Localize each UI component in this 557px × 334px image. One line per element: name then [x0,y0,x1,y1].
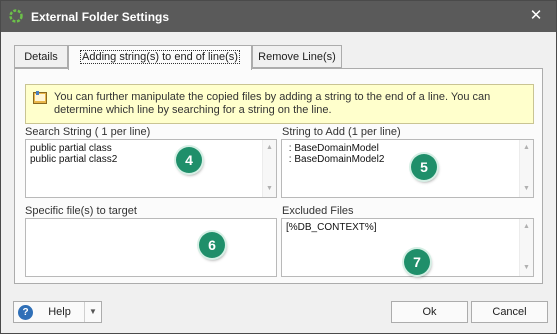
vertical-scrollbar[interactable]: ▲ ▼ [262,140,276,197]
callout-badge-7: 7 [404,249,430,275]
note-icon [33,91,47,104]
tab-label: Remove Line(s) [258,51,336,63]
cancel-button[interactable]: Cancel [471,301,548,323]
text-line: public partial class [30,143,112,154]
vertical-scrollbar[interactable]: ▲ ▼ [519,140,533,197]
search-string-label: Search String ( 1 per line) [25,126,151,138]
dialog-window: External Folder Settings ✕ Details Addin… [0,0,557,334]
tab-panel: You can further manipulate the copied fi… [14,68,543,284]
info-text-line: You can further manipulate the copied fi… [54,91,491,103]
cancel-label: Cancel [492,306,527,318]
specific-files-textarea[interactable] [25,218,277,277]
string-to-add-label: String to Add (1 per line) [282,126,401,138]
info-box: You can further manipulate the copied fi… [25,84,534,124]
scroll-down-icon[interactable]: ▼ [263,183,276,195]
textarea-content: : BaseDomainModel : BaseDomainModel2 [286,143,385,165]
info-text: You can further manipulate the copied fi… [54,91,528,117]
window-title: External Folder Settings [31,10,170,24]
help-label: Help [48,306,71,318]
callout-badge-5: 5 [411,154,437,180]
tab-adding-strings[interactable]: Adding string(s) to end of line(s) [68,45,252,70]
gear-icon [9,9,23,23]
scroll-up-icon[interactable]: ▲ [520,142,533,154]
excluded-files-label: Excluded Files [282,205,354,217]
ok-label: Ok [422,306,437,318]
tab-label: Details [24,51,58,63]
close-button[interactable]: ✕ [527,7,545,25]
scroll-down-icon[interactable]: ▼ [520,183,533,195]
tab-remove-lines[interactable]: Remove Line(s) [252,45,342,68]
tab-details[interactable]: Details [14,45,68,68]
specific-files-label: Specific file(s) to target [25,205,137,217]
scroll-up-icon[interactable]: ▲ [263,142,276,154]
text-line: [%DB_CONTEXT%] [286,222,377,233]
scroll-down-icon[interactable]: ▼ [520,262,533,274]
text-line: : BaseDomainModel2 [286,154,385,165]
title-bar[interactable]: External Folder Settings ✕ [1,1,556,32]
text-line: public partial class2 [30,154,118,165]
question-icon: ? [18,305,33,320]
ok-button[interactable]: Ok [391,301,468,323]
callout-badge-4: 4 [176,147,202,173]
textarea-content: [%DB_CONTEXT%] [286,222,377,233]
callout-badge-6: 6 [199,232,225,258]
tab-label: Adding string(s) to end of line(s) [80,50,240,64]
vertical-scrollbar[interactable]: ▲ ▼ [519,219,533,276]
help-button[interactable]: ? Help ▼ [13,301,102,323]
text-line: : BaseDomainModel [286,143,379,154]
info-text-line: determine which line by searching for a … [54,104,332,116]
textarea-content: public partial class public partial clas… [30,143,117,165]
scroll-up-icon[interactable]: ▲ [520,221,533,233]
string-to-add-textarea[interactable]: : BaseDomainModel : BaseDomainModel2 ▲ ▼ [281,139,534,198]
chevron-down-icon[interactable]: ▼ [84,302,101,322]
search-string-textarea[interactable]: public partial class public partial clas… [25,139,277,198]
